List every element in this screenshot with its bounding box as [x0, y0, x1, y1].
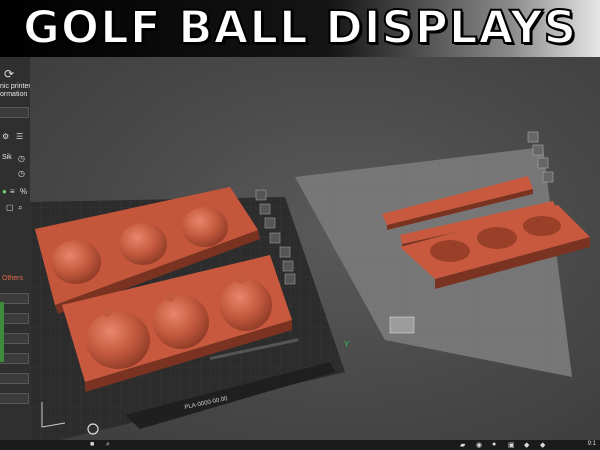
- list-icon[interactable]: ≡: [10, 187, 15, 196]
- search-icon[interactable]: ⌕: [18, 203, 22, 213]
- settings-icon[interactable]: ⚙: [2, 132, 9, 141]
- app-icon[interactable]: ◆: [524, 441, 529, 449]
- plate-corner-marker: [389, 316, 415, 334]
- banner-title: GOLF BALL DISPLAYS: [22, 1, 578, 55]
- folder-icon[interactable]: ▰: [460, 441, 465, 449]
- refresh-icon[interactable]: ⟳: [4, 67, 14, 81]
- chat-icon[interactable]: ●: [492, 441, 496, 448]
- windows-icon[interactable]: ■: [90, 441, 94, 448]
- others-tab[interactable]: Others: [2, 275, 23, 282]
- hole-2: [477, 227, 517, 249]
- hole-1: [430, 240, 470, 262]
- printer-select[interactable]: [0, 107, 29, 118]
- taskbar: ■ ⌕ ▰ ◉ ● ▣ ◆ ◆ 9:1: [0, 440, 600, 450]
- browser-icon[interactable]: ◉: [476, 441, 482, 449]
- ball-3: [220, 279, 272, 331]
- search-taskbar-icon[interactable]: ⌕: [106, 441, 110, 449]
- setting-field[interactable]: [0, 373, 29, 384]
- taskbar-time: 9:1: [587, 441, 596, 447]
- mail-icon[interactable]: ▣: [508, 441, 515, 449]
- axis-label: Y: [344, 340, 350, 349]
- setting-field[interactable]: [0, 313, 29, 324]
- scroll-indicator[interactable]: [0, 302, 4, 362]
- app-icon[interactable]: ◆: [540, 441, 545, 449]
- dome-3: [182, 207, 228, 247]
- size-label: Sik: [2, 154, 12, 161]
- clock-icon[interactable]: ◷: [18, 154, 25, 163]
- ball-1: [86, 311, 150, 369]
- setting-field[interactable]: [0, 333, 29, 344]
- setting-field[interactable]: [0, 393, 29, 404]
- printer-info-label: ormation: [0, 91, 28, 98]
- percent-icon[interactable]: %: [20, 187, 27, 196]
- list-icon[interactable]: ☰: [16, 132, 23, 141]
- 3d-viewport[interactable]: PLA-0000-00.00 Y: [30, 57, 600, 440]
- setting-field[interactable]: [0, 353, 29, 364]
- dome-2: [119, 223, 167, 265]
- dome-1: [51, 240, 101, 284]
- ball-2: [153, 295, 209, 349]
- info-icon[interactable]: ◷: [18, 169, 25, 178]
- hole-3: [523, 216, 561, 236]
- setting-field[interactable]: [0, 293, 29, 304]
- title-banner: GOLF BALL DISPLAYS: [0, 0, 600, 57]
- printer-label: nic printer: [0, 83, 31, 90]
- toggle-icon[interactable]: ●: [2, 187, 7, 196]
- folder-icon[interactable]: ▢: [6, 203, 14, 212]
- settings-panel: ⟳ nic printer ormation ⚙ ☰ Sik ◷ ◷ ● ≡ %…: [0, 57, 31, 440]
